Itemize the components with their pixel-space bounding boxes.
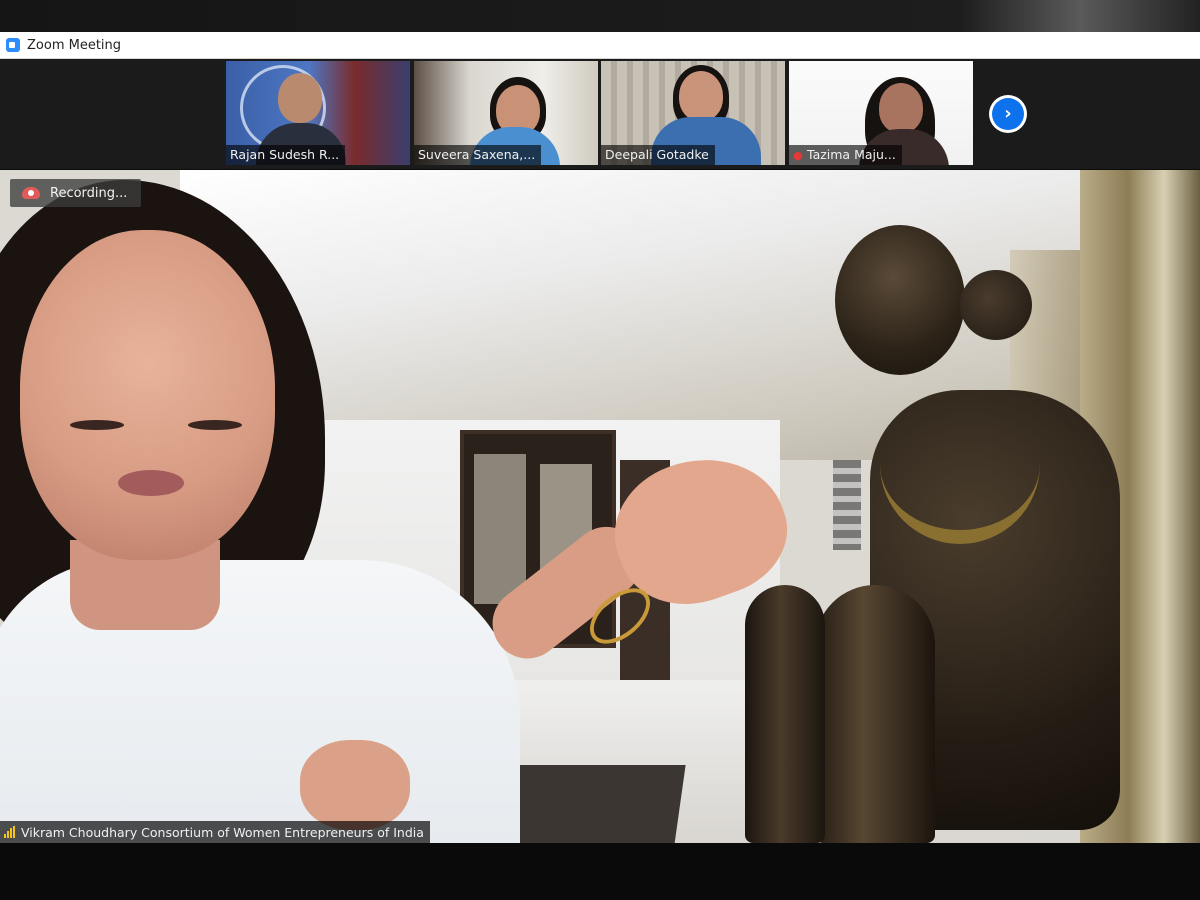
window-titlebar: Zoom Meeting bbox=[0, 32, 1200, 59]
statue-bun bbox=[960, 270, 1032, 340]
speaker-lower-hand bbox=[300, 740, 410, 830]
muted-microphone-icon: ● bbox=[793, 149, 803, 162]
speaker-eye bbox=[70, 420, 124, 430]
wall-art bbox=[833, 460, 861, 550]
active-speaker-video: Recording... Vikram Choudhary Consortium… bbox=[0, 170, 1200, 843]
connection-signal-icon bbox=[4, 826, 15, 838]
cloud-record-icon bbox=[22, 187, 40, 199]
participant-name-label: ● Tazima Maju... bbox=[789, 145, 902, 165]
active-speaker-name: Vikram Choudhary Consortium of Women Ent… bbox=[21, 824, 424, 840]
speaker-eye bbox=[188, 420, 242, 430]
window-title: Zoom Meeting bbox=[27, 37, 122, 53]
recording-label: Recording... bbox=[50, 185, 128, 201]
zoom-logo-icon bbox=[6, 38, 20, 52]
participant-tile[interactable]: Suveera Saxena,... bbox=[414, 61, 598, 165]
statue-head bbox=[835, 225, 965, 375]
participant-name-label: Rajan Sudesh R... bbox=[226, 145, 346, 165]
participant-tile[interactable]: Rajan Sudesh R... bbox=[226, 61, 410, 165]
speaker-lips bbox=[118, 470, 184, 496]
participant-face bbox=[679, 71, 723, 121]
screen-bottom-band bbox=[0, 843, 1200, 900]
screen-top-band bbox=[0, 0, 1200, 32]
participant-name-label: Deepali Gotadke bbox=[601, 145, 715, 165]
active-speaker-name-label: Vikram Choudhary Consortium of Women Ent… bbox=[0, 821, 430, 843]
participant-tile[interactable]: ● Tazima Maju... bbox=[789, 61, 973, 165]
next-participants-button[interactable]: › bbox=[989, 95, 1027, 133]
participant-tile[interactable]: Deepali Gotadke bbox=[601, 61, 785, 165]
speaker-face bbox=[20, 230, 275, 560]
statue-knee bbox=[815, 585, 935, 843]
chevron-right-icon: › bbox=[992, 98, 1024, 130]
participant-face bbox=[879, 83, 923, 133]
participant-face bbox=[278, 73, 322, 123]
recording-indicator[interactable]: Recording... bbox=[10, 179, 142, 207]
participant-strip: Rajan Sudesh R... Suveera Saxena,... Dee… bbox=[0, 59, 1200, 169]
statue-leg bbox=[745, 585, 825, 843]
participant-name-label: Suveera Saxena,... bbox=[414, 145, 542, 165]
